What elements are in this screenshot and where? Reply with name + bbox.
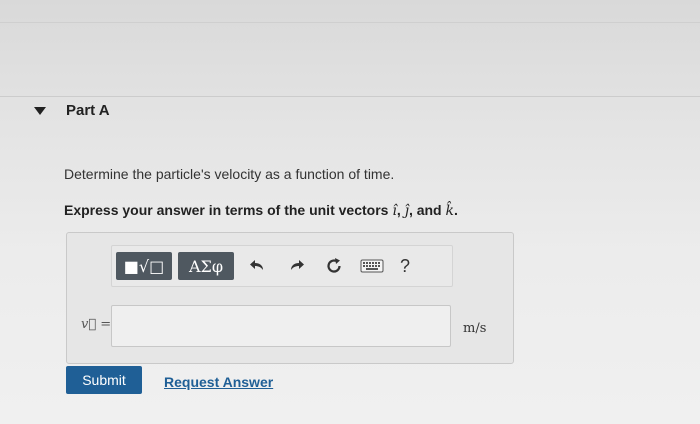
undo-button[interactable] — [244, 252, 272, 280]
unit-label: m/s — [463, 321, 487, 336]
help-icon: ? — [400, 255, 411, 276]
templates-button[interactable]: ■√□ — [116, 252, 172, 280]
request-answer-link[interactable]: Request Answer — [164, 374, 273, 390]
submit-button[interactable]: Submit — [66, 366, 142, 394]
instruction-separator-1: , — [396, 202, 405, 218]
top-divider — [0, 22, 700, 23]
section-divider — [0, 96, 700, 97]
undo-icon — [250, 260, 263, 270]
collapse-caret-icon[interactable] — [34, 106, 46, 115]
greek-icon: ΑΣφ — [188, 256, 224, 276]
part-title: Part A — [66, 102, 110, 119]
templates-icon: ■√□ — [123, 256, 165, 276]
instruction-prefix: Express your answer in terms of the unit… — [64, 202, 393, 218]
redo-button[interactable] — [282, 252, 310, 280]
velocity-variable-label: v⃗ = — [81, 317, 112, 332]
keyboard-button[interactable] — [358, 252, 386, 280]
reset-icon — [327, 258, 341, 273]
part-header[interactable]: Part A — [34, 102, 110, 119]
unit-vector-k: k̂ — [445, 203, 454, 219]
instruction-suffix: . — [453, 202, 458, 218]
question-text: Determine the particle's velocity as a f… — [64, 166, 395, 182]
answer-instruction: Express your answer in terms of the unit… — [64, 202, 458, 219]
instruction-separator-2: , and — [408, 202, 446, 218]
math-toolbar: ■√□ ΑΣφ ? — [111, 245, 453, 287]
reset-button[interactable] — [320, 252, 348, 280]
greek-symbols-button[interactable]: ΑΣφ — [178, 252, 234, 280]
redo-icon — [291, 260, 304, 270]
help-button[interactable]: ? — [400, 256, 410, 277]
keyboard-icon — [360, 259, 384, 273]
answer-input[interactable] — [111, 305, 451, 347]
answer-panel: ■√□ ΑΣφ ? v⃗ = m/s — [66, 232, 514, 364]
